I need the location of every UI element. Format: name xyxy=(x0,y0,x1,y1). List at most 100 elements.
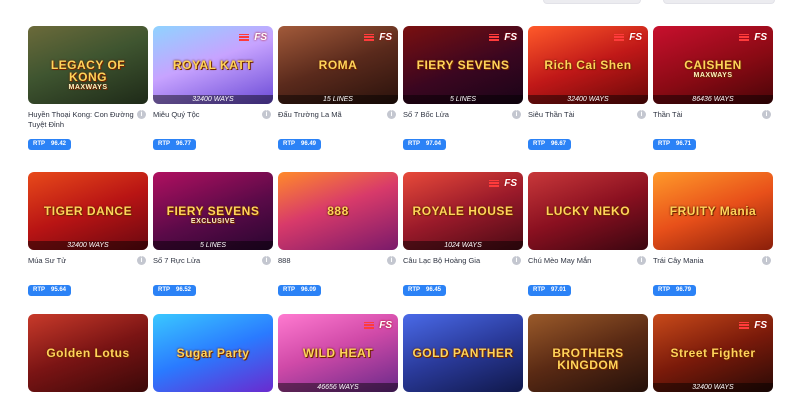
rtp-value: 96.79 xyxy=(676,287,692,293)
game-thumbnail[interactable]: CAISHEN MAXWAYS FS 86436 WAYS xyxy=(653,26,773,104)
rtp-label: RTP xyxy=(408,287,420,293)
game-card[interactable]: Golden Lotus xyxy=(28,314,148,392)
rtp-value: 96.49 xyxy=(301,141,317,147)
ways-label: 32400 WAYS xyxy=(653,383,773,392)
game-card[interactable]: FRUITY Mania Trái Cây Mania i RTP 96.79 xyxy=(653,172,773,296)
game-thumbnail[interactable]: GOLD PANTHER xyxy=(403,314,523,392)
game-card[interactable]: TIGER DANCE 32400 WAYS Múa Sư Tử i RTP 95.64 xyxy=(28,172,148,296)
rtp-badge: RTP 96.52 xyxy=(153,285,197,296)
ways-label: 86436 WAYS xyxy=(653,95,773,104)
game-logo-subtitle: EXCLUSIVE xyxy=(190,218,236,225)
game-logo: CAISHEN MAXWAYS xyxy=(657,59,769,80)
game-logo: ROYALE HOUSE xyxy=(412,204,514,218)
rtp-value: 97.01 xyxy=(551,287,567,293)
game-card[interactable]: FIERY SEVENS FS 5 LINES Số 7 Bốc Lửa i RTP 97.… xyxy=(403,26,523,150)
game-card[interactable]: ROYAL KATT FS 32400 WAYS Miêu Quý Tộc i RTP 96… xyxy=(153,26,273,150)
game-thumbnail[interactable]: FIERY SEVENS FS 5 LINES xyxy=(403,26,523,104)
game-thumbnail[interactable]: FRUITY Mania xyxy=(653,172,773,250)
game-thumbnail[interactable]: LUCKY NEKO xyxy=(528,172,648,250)
game-name-text: Câu Lạc Bộ Hoàng Gia xyxy=(403,256,481,265)
info-icon[interactable]: i xyxy=(387,110,396,119)
game-thumbnail[interactable]: Sugar Party xyxy=(153,314,273,392)
info-icon[interactable]: i xyxy=(637,256,646,265)
game-name-text: Trái Cây Mania xyxy=(653,256,704,265)
game-thumbnail[interactable]: ROYALE HOUSE FS 1024 WAYS xyxy=(403,172,523,250)
game-name: Trái Cây Mania i xyxy=(653,256,773,278)
game-thumbnail[interactable]: LEGACY OF KONG MAXWAYS xyxy=(28,26,148,104)
rtp-label: RTP xyxy=(533,287,545,293)
info-icon[interactable]: i xyxy=(137,110,146,119)
game-card[interactable]: BROTHERS KINGDOM xyxy=(528,314,648,392)
game-thumbnail[interactable]: FIERY SEVENS EXCLUSIVE 5 LINES xyxy=(153,172,273,250)
rtp-badge: RTP 96.71 xyxy=(653,139,697,150)
game-name: Miêu Quý Tộc i xyxy=(153,110,273,132)
rtp-value: 95.64 xyxy=(51,287,67,293)
game-thumbnail[interactable]: BROTHERS KINGDOM xyxy=(528,314,648,392)
ways-label: 1024 WAYS xyxy=(403,241,523,250)
game-name-text: Số 7 Rực Lửa xyxy=(153,256,201,265)
game-name: Câu Lạc Bộ Hoàng Gia i xyxy=(403,256,523,278)
rtp-label: RTP xyxy=(658,141,670,147)
ways-label: 15 LINES xyxy=(278,95,398,104)
rtp-label: RTP xyxy=(658,287,670,293)
game-thumbnail[interactable]: TIGER DANCE 32400 WAYS xyxy=(28,172,148,250)
rtp-badge: RTP 95.64 xyxy=(28,285,72,296)
game-logo: WILD HEAT xyxy=(302,346,374,360)
rtp-badge: RTP 96.42 xyxy=(28,139,72,150)
game-logo: GOLD PANTHER xyxy=(412,346,514,360)
game-card[interactable]: ROMA FS 15 LINES Đấu Trường La Mã i RTP 96.49 xyxy=(278,26,398,150)
game-card[interactable]: LUCKY NEKO Chú Mèo May Mắn i RTP 97.01 xyxy=(528,172,648,296)
rtp-badge: RTP 97.01 xyxy=(528,285,572,296)
game-thumbnail[interactable]: Rich Cai Shen FS 32400 WAYS xyxy=(528,26,648,104)
rtp-value: 97.04 xyxy=(426,141,442,147)
game-card[interactable]: Street Fighter FS 32400 WAYS xyxy=(653,314,773,392)
info-icon[interactable]: i xyxy=(637,110,646,119)
info-icon[interactable]: i xyxy=(137,256,146,265)
info-icon[interactable]: i xyxy=(262,110,271,119)
game-logo: ROMA xyxy=(318,58,358,72)
game-thumbnail[interactable]: ROMA FS 15 LINES xyxy=(278,26,398,104)
game-card[interactable]: ROYALE HOUSE FS 1024 WAYS Câu Lạc Bộ Hoàng … xyxy=(403,172,523,296)
game-card[interactable]: FIERY SEVENS EXCLUSIVE 5 LINES Số 7 Rực Lửa… xyxy=(153,172,273,296)
game-logo-subtitle: MAXWAYS xyxy=(68,84,108,91)
game-card[interactable]: WILD HEAT FS 46656 WAYS xyxy=(278,314,398,392)
game-card[interactable]: CAISHEN MAXWAYS FS 86436 WAYS Thần Tài i RTP 96… xyxy=(653,26,773,150)
game-thumbnail[interactable]: ROYAL KATT FS 32400 WAYS xyxy=(153,26,273,104)
info-icon[interactable]: i xyxy=(512,110,521,119)
info-icon[interactable]: i xyxy=(387,256,396,265)
game-card[interactable]: Sugar Party xyxy=(153,314,273,392)
game-name-text: Số 7 Bốc Lửa xyxy=(403,110,449,119)
game-name-text: Huyền Thoại Kong: Con Đường Tuyệt Đỉnh xyxy=(28,110,134,129)
game-name-text: Thần Tài xyxy=(653,110,683,119)
rtp-badge: RTP 96.77 xyxy=(153,139,197,150)
game-name: Số 7 Rực Lửa i xyxy=(153,256,273,278)
game-card[interactable]: 888 888 i RTP 96.09 xyxy=(278,172,398,296)
game-logo: FRUITY Mania xyxy=(669,204,757,218)
ways-label: 5 LINES xyxy=(153,241,273,250)
rtp-value: 96.71 xyxy=(676,141,692,147)
rtp-value: 96.67 xyxy=(551,141,567,147)
game-logo-subtitle: MAXWAYS xyxy=(693,72,733,79)
game-card[interactable]: GOLD PANTHER xyxy=(403,314,523,392)
game-card[interactable]: LEGACY OF KONG MAXWAYS Huyền Thoại Kong: C… xyxy=(28,26,148,150)
game-thumbnail[interactable]: Golden Lotus xyxy=(28,314,148,392)
rtp-label: RTP xyxy=(408,141,420,147)
free-spins-badge: FS xyxy=(739,31,767,45)
game-name-text: Siêu Thần Tài xyxy=(528,110,575,119)
game-name: Thần Tài i xyxy=(653,110,773,132)
game-thumbnail[interactable]: WILD HEAT FS 46656 WAYS xyxy=(278,314,398,392)
game-thumbnail[interactable]: 888 xyxy=(278,172,398,250)
info-icon[interactable]: i xyxy=(262,256,271,265)
rtp-value: 96.45 xyxy=(426,287,442,293)
rtp-badge: RTP 96.45 xyxy=(403,285,447,296)
game-thumbnail[interactable]: Street Fighter FS 32400 WAYS xyxy=(653,314,773,392)
free-spins-badge: FS xyxy=(739,319,767,333)
info-icon[interactable]: i xyxy=(762,256,771,265)
free-spins-badge: FS xyxy=(364,319,392,333)
game-logo: BROTHERS KINGDOM xyxy=(552,346,624,372)
info-icon[interactable]: i xyxy=(512,256,521,265)
info-icon[interactable]: i xyxy=(762,110,771,119)
game-logo: Sugar Party xyxy=(176,346,250,360)
game-card[interactable]: Rich Cai Shen FS 32400 WAYS Siêu Thần Tài i R… xyxy=(528,26,648,150)
rtp-label: RTP xyxy=(533,141,545,147)
